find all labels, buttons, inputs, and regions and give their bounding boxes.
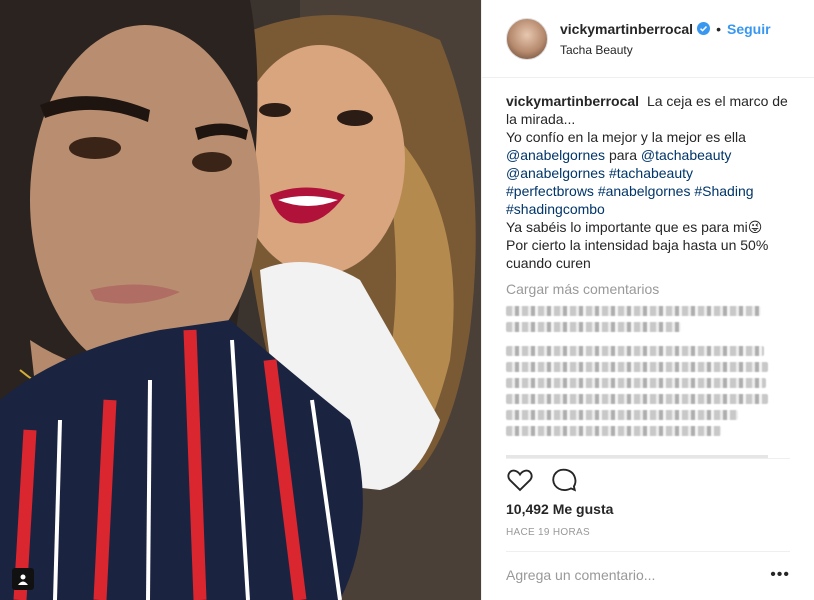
post-side-panel: vickymartinberrocal • Seguir Tacha Beaut…: [481, 0, 814, 600]
header-text: vickymartinberrocal • Seguir Tacha Beaut…: [560, 21, 771, 57]
action-bar: [506, 466, 594, 494]
caption-line-2: Yo confío en la mejor y la mejor es ella: [506, 129, 746, 145]
post-header: vickymartinberrocal • Seguir Tacha Beaut…: [482, 0, 814, 78]
selfie-image: [0, 0, 481, 600]
blurred-text: [506, 410, 738, 420]
mention-link[interactable]: @tachabeauty: [641, 147, 732, 163]
caption: vickymartinberrocal La ceja es el marco …: [506, 92, 790, 272]
blurred-text: [506, 346, 764, 356]
more-options-icon[interactable]: •••: [770, 566, 790, 584]
hashtag-link[interactable]: #tachabeauty: [609, 165, 693, 181]
follow-button[interactable]: Seguir: [727, 21, 771, 37]
instagram-post: vickymartinberrocal • Seguir Tacha Beaut…: [0, 0, 814, 600]
blurred-text: [506, 322, 681, 332]
header-username[interactable]: vickymartinberrocal: [560, 21, 693, 37]
blurred-text: [506, 426, 721, 436]
heart-icon[interactable]: [506, 466, 534, 494]
load-more-comments-button[interactable]: Cargar más comentarios: [506, 280, 790, 298]
hashtag-link[interactable]: #perfectbrows: [506, 183, 594, 199]
post-photo[interactable]: [0, 0, 481, 600]
divider: [506, 458, 790, 459]
hashtag-link[interactable]: #shadingcombo: [506, 201, 605, 217]
hashtag-link[interactable]: #anabelgornes: [598, 183, 691, 199]
divider: [506, 551, 790, 552]
caption-username[interactable]: vickymartinberrocal: [506, 93, 639, 109]
blurred-text: [506, 394, 768, 404]
hashtag-link[interactable]: #Shading: [694, 183, 753, 199]
add-comment-input[interactable]: Agrega un comentario...: [506, 567, 655, 583]
location-link[interactable]: Tacha Beauty: [560, 43, 771, 57]
mention-link[interactable]: @anabelgornes: [506, 165, 605, 181]
post-timestamp[interactable]: HACE 19 HORAS: [506, 527, 590, 538]
avatar[interactable]: [506, 17, 548, 60]
comment-icon[interactable]: [550, 466, 578, 494]
header-top-row: vickymartinberrocal • Seguir: [560, 21, 771, 37]
comments-section: vickymartinberrocal La ceja es el marco …: [482, 78, 814, 436]
user-tag-icon[interactable]: [12, 568, 34, 590]
mention-link[interactable]: @anabelgornes: [506, 147, 605, 163]
blurred-comment: [506, 306, 790, 332]
likes-count[interactable]: 10,492 Me gusta: [506, 501, 613, 517]
add-comment-bar: Agrega un comentario... •••: [506, 564, 790, 586]
caption-word-para: para: [608, 147, 637, 163]
verified-icon: [697, 22, 711, 35]
blurred-text: [506, 362, 768, 372]
header-dot-separator: •: [716, 20, 721, 37]
blurred-comment: [506, 346, 790, 436]
blurred-text: [506, 306, 761, 316]
caption-line-3: Ya sabéis lo importante que es para mi😜: [506, 219, 763, 235]
blurred-text: [506, 378, 766, 388]
caption-line-4: Por cierto la intensidad baja hasta un 5…: [506, 237, 769, 271]
